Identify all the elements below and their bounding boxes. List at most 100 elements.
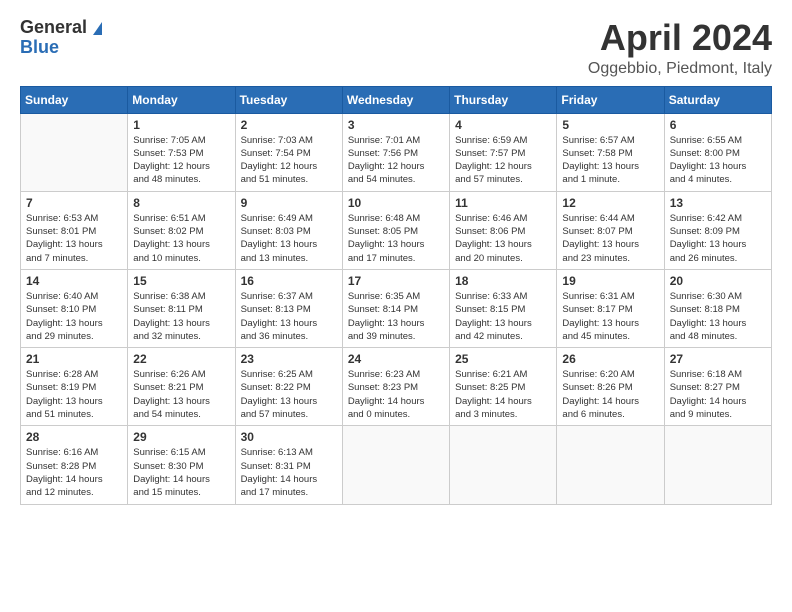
calendar-week-row: 28 Sunrise: 6:16 AMSunset: 8:28 PMDayligh… [21,426,772,504]
calendar-day-cell: 8 Sunrise: 6:51 AMSunset: 8:02 PMDaylight… [128,191,235,269]
day-info: Sunrise: 6:28 AMSunset: 8:19 PMDaylight:… [26,368,122,421]
weekday-header-sunday: Sunday [21,86,128,113]
day-number: 14 [26,274,122,288]
day-number: 16 [241,274,337,288]
day-info: Sunrise: 7:05 AMSunset: 7:53 PMDaylight:… [133,134,229,187]
day-number: 15 [133,274,229,288]
day-number: 5 [562,118,658,132]
calendar-week-row: 7 Sunrise: 6:53 AMSunset: 8:01 PMDaylight… [21,191,772,269]
calendar-day-cell: 10 Sunrise: 6:48 AMSunset: 8:05 PMDayligh… [342,191,449,269]
day-number: 1 [133,118,229,132]
day-info: Sunrise: 6:57 AMSunset: 7:58 PMDaylight:… [562,134,658,187]
day-number: 8 [133,196,229,210]
day-number: 29 [133,430,229,444]
day-info: Sunrise: 6:20 AMSunset: 8:26 PMDaylight:… [562,368,658,421]
day-number: 19 [562,274,658,288]
day-number: 2 [241,118,337,132]
day-info: Sunrise: 7:03 AMSunset: 7:54 PMDaylight:… [241,134,337,187]
calendar-day-cell: 3Sunrise: 7:01 AMSunset: 7:56 PMDaylight… [342,113,449,191]
day-info: Sunrise: 6:37 AMSunset: 8:13 PMDaylight:… [241,290,337,343]
calendar-day-cell: 15 Sunrise: 6:38 AMSunset: 8:11 PMDayligh… [128,269,235,347]
day-info: Sunrise: 6:33 AMSunset: 8:15 PMDaylight:… [455,290,551,343]
day-info: Sunrise: 6:38 AMSunset: 8:11 PMDaylight:… [133,290,229,343]
day-number: 20 [670,274,766,288]
calendar-week-row: 1 Sunrise: 7:05 AMSunset: 7:53 PMDaylight… [21,113,772,191]
calendar-day-cell [21,113,128,191]
calendar-day-cell: 5 Sunrise: 6:57 AMSunset: 7:58 PMDaylight… [557,113,664,191]
calendar-day-cell: 7 Sunrise: 6:53 AMSunset: 8:01 PMDaylight… [21,191,128,269]
day-number: 27 [670,352,766,366]
day-info: Sunrise: 6:53 AMSunset: 8:01 PMDaylight:… [26,212,122,265]
calendar-day-cell [557,426,664,504]
day-info: Sunrise: 6:44 AMSunset: 8:07 PMDaylight:… [562,212,658,265]
day-info: Sunrise: 6:26 AMSunset: 8:21 PMDaylight:… [133,368,229,421]
calendar-day-cell: 4 Sunrise: 6:59 AMSunset: 7:57 PMDaylight… [450,113,557,191]
day-number: 23 [241,352,337,366]
calendar-day-cell: 16 Sunrise: 6:37 AMSunset: 8:13 PMDayligh… [235,269,342,347]
day-info: Sunrise: 6:40 AMSunset: 8:10 PMDaylight:… [26,290,122,343]
day-number: 10 [348,196,444,210]
calendar-day-cell: 23 Sunrise: 6:25 AMSunset: 8:22 PMDayligh… [235,348,342,426]
day-number: 26 [562,352,658,366]
day-number: 28 [26,430,122,444]
day-info: Sunrise: 6:18 AMSunset: 8:27 PMDaylight:… [670,368,766,421]
day-info: Sunrise: 6:21 AMSunset: 8:25 PMDaylight:… [455,368,551,421]
logo-triangle-icon [93,22,102,35]
calendar-day-cell: 30 Sunrise: 6:13 AMSunset: 8:31 PMDayligh… [235,426,342,504]
calendar-day-cell: 20Sunrise: 6:30 AMSunset: 8:18 PMDayligh… [664,269,771,347]
day-number: 22 [133,352,229,366]
page-container: General Blue April 2024 Oggebbio, Piedmo… [0,0,792,515]
month-title: April 2024 [588,18,772,58]
calendar-week-row: 21 Sunrise: 6:28 AMSunset: 8:19 PMDayligh… [21,348,772,426]
day-number: 25 [455,352,551,366]
header: General Blue April 2024 Oggebbio, Piedmo… [20,18,772,78]
calendar-day-cell [450,426,557,504]
day-number: 9 [241,196,337,210]
calendar-day-cell: 21 Sunrise: 6:28 AMSunset: 8:19 PMDayligh… [21,348,128,426]
title-block: April 2024 Oggebbio, Piedmont, Italy [588,18,772,78]
day-number: 18 [455,274,551,288]
calendar-day-cell: 29 Sunrise: 6:15 AMSunset: 8:30 PMDayligh… [128,426,235,504]
logo-text-blue: Blue [20,38,59,58]
calendar-day-cell: 14 Sunrise: 6:40 AMSunset: 8:10 PMDayligh… [21,269,128,347]
day-number: 21 [26,352,122,366]
day-info: Sunrise: 6:59 AMSunset: 7:57 PMDaylight:… [455,134,551,187]
day-number: 13 [670,196,766,210]
day-info: Sunrise: 6:23 AMSunset: 8:23 PMDaylight:… [348,368,444,421]
day-info: Sunrise: 6:13 AMSunset: 8:31 PMDaylight:… [241,446,337,499]
calendar-day-cell: 11 Sunrise: 6:46 AMSunset: 8:06 PMDayligh… [450,191,557,269]
day-number: 12 [562,196,658,210]
day-info: Sunrise: 6:46 AMSunset: 8:06 PMDaylight:… [455,212,551,265]
day-number: 6 [670,118,766,132]
calendar-day-cell: 9 Sunrise: 6:49 AMSunset: 8:03 PMDaylight… [235,191,342,269]
calendar-day-cell: 28 Sunrise: 6:16 AMSunset: 8:28 PMDayligh… [21,426,128,504]
day-number: 4 [455,118,551,132]
day-number: 7 [26,196,122,210]
day-info: Sunrise: 6:25 AMSunset: 8:22 PMDaylight:… [241,368,337,421]
day-info: Sunrise: 6:42 AMSunset: 8:09 PMDaylight:… [670,212,766,265]
day-info: Sunrise: 6:51 AMSunset: 8:02 PMDaylight:… [133,212,229,265]
calendar-day-cell: 12 Sunrise: 6:44 AMSunset: 8:07 PMDayligh… [557,191,664,269]
calendar-day-cell [664,426,771,504]
calendar-table: SundayMondayTuesdayWednesdayThursdayFrid… [20,86,772,505]
day-info: Sunrise: 6:31 AMSunset: 8:17 PMDaylight:… [562,290,658,343]
calendar-day-cell: 6Sunrise: 6:55 AMSunset: 8:00 PMDaylight… [664,113,771,191]
weekday-header-friday: Friday [557,86,664,113]
calendar-day-cell: 26 Sunrise: 6:20 AMSunset: 8:26 PMDayligh… [557,348,664,426]
day-number: 17 [348,274,444,288]
calendar-day-cell: 19 Sunrise: 6:31 AMSunset: 8:17 PMDayligh… [557,269,664,347]
day-info: Sunrise: 6:15 AMSunset: 8:30 PMDaylight:… [133,446,229,499]
calendar-day-cell: 1 Sunrise: 7:05 AMSunset: 7:53 PMDaylight… [128,113,235,191]
weekday-header-tuesday: Tuesday [235,86,342,113]
calendar-day-cell: 17Sunrise: 6:35 AMSunset: 8:14 PMDayligh… [342,269,449,347]
calendar-day-cell: 27 Sunrise: 6:18 AMSunset: 8:27 PMDayligh… [664,348,771,426]
day-info: Sunrise: 6:49 AMSunset: 8:03 PMDaylight:… [241,212,337,265]
day-info: Sunrise: 6:16 AMSunset: 8:28 PMDaylight:… [26,446,122,499]
weekday-header-saturday: Saturday [664,86,771,113]
location: Oggebbio, Piedmont, Italy [588,60,772,78]
weekday-header-thursday: Thursday [450,86,557,113]
logo: General Blue [20,18,102,58]
day-number: 11 [455,196,551,210]
day-number: 30 [241,430,337,444]
day-info: Sunrise: 6:48 AMSunset: 8:05 PMDaylight:… [348,212,444,265]
